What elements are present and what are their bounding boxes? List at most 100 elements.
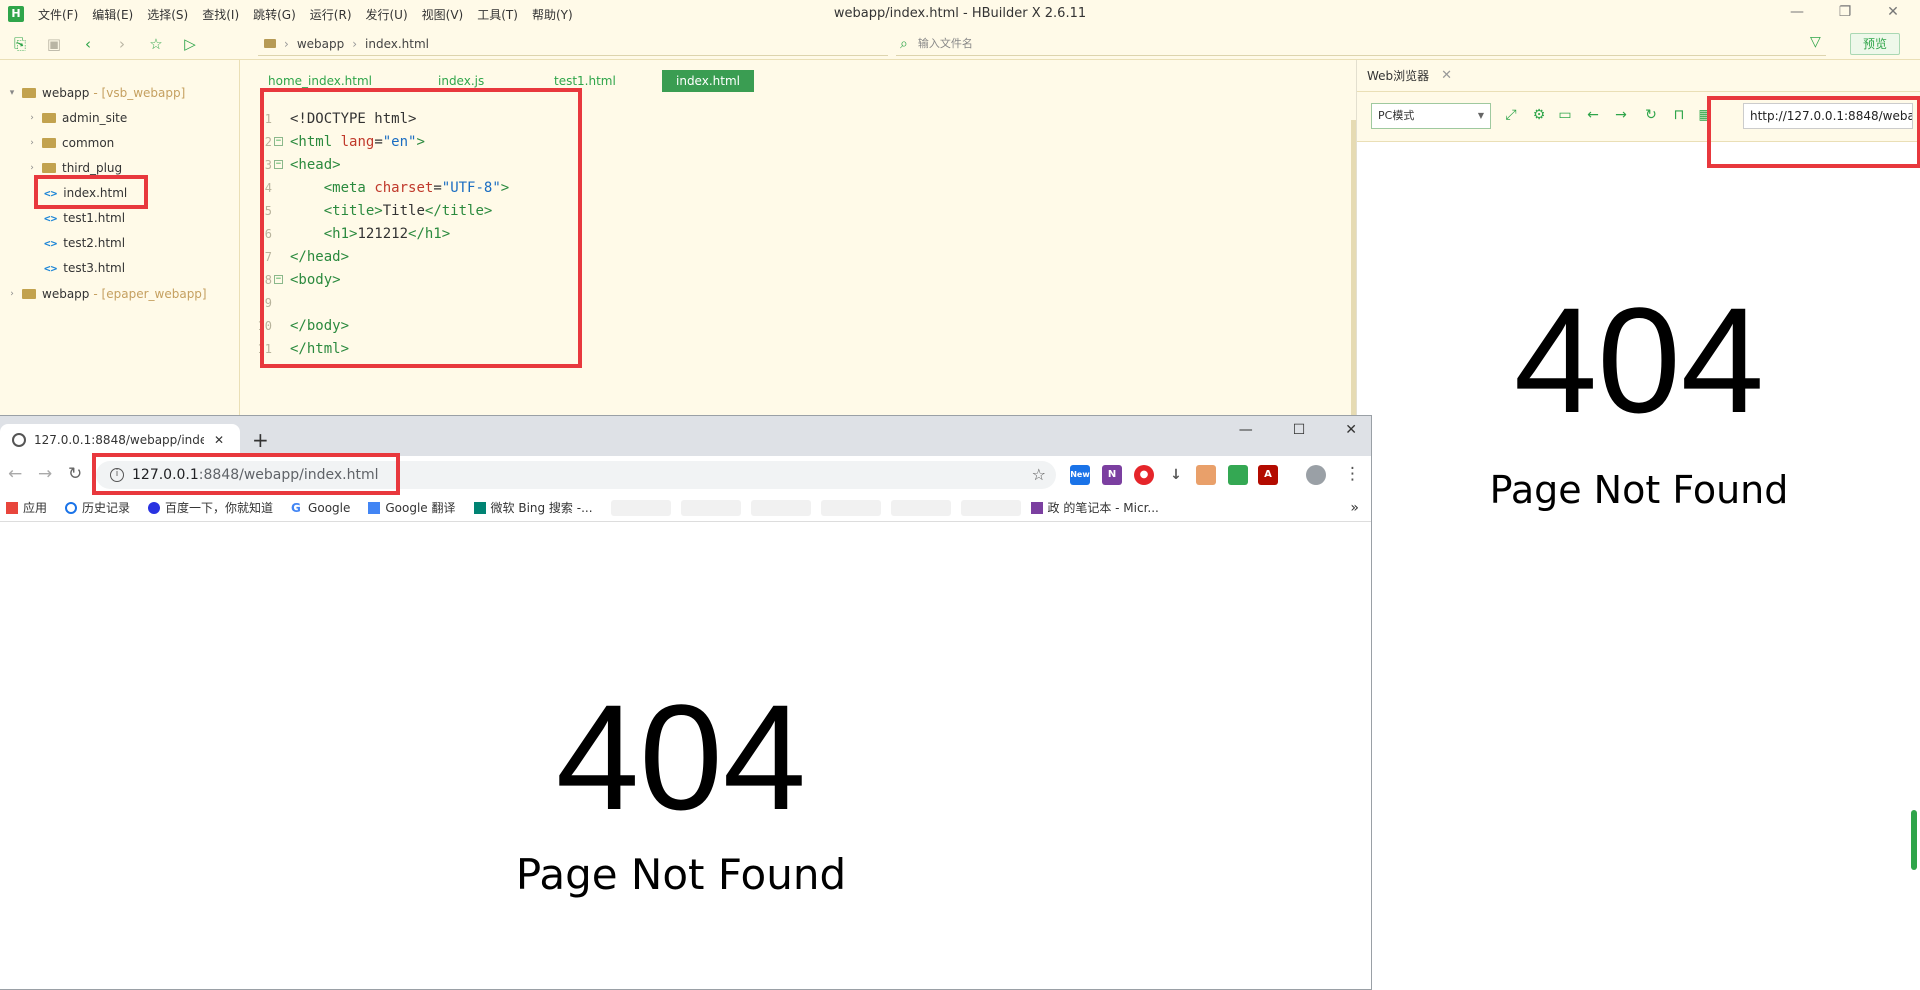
webview-toolbar: PC模式 ▼ ⤢ ⚙ ▭ ← → ↻ ⊓ ▦ http://127.0.0.1:… xyxy=(1357,92,1920,168)
more-bookmarks-icon[interactable]: » xyxy=(1350,500,1359,516)
tree-project-vsb[interactable]: ▾ webapp - [vsb_webapp] xyxy=(6,82,186,104)
tree-file-test2[interactable]: <> test2.html xyxy=(42,232,125,254)
close-icon[interactable]: ✕ xyxy=(1886,4,1900,20)
project-tree: ▾ webapp - [vsb_webapp] › admin_site › c… xyxy=(0,60,240,420)
preview-button[interactable]: 预览 xyxy=(1850,33,1900,55)
bookmark-label: 政 的笔记本 - Micr... xyxy=(1047,501,1159,515)
menu-select[interactable]: 选择(S) xyxy=(147,6,188,23)
back-icon[interactable]: ‹ xyxy=(74,32,102,56)
blurred-bookmark xyxy=(890,499,951,516)
tree-project-epaper[interactable]: › webapp - [epaper_webapp] xyxy=(6,283,207,305)
chrome-window: 127.0.0.1:8848/webapp/index.html ✕ + — ☐… xyxy=(0,415,1372,990)
minimize-icon[interactable]: — xyxy=(1239,422,1253,438)
breadcrumb-project[interactable]: webapp xyxy=(297,37,344,51)
bookmark-history[interactable]: 历史记录 xyxy=(65,499,130,516)
device-mode-select[interactable]: PC模式 ▼ xyxy=(1371,103,1491,129)
run-icon[interactable]: ▷ xyxy=(176,32,204,56)
folder-icon xyxy=(22,289,36,299)
refresh-icon[interactable]: ↻ xyxy=(1643,107,1659,125)
new-tab-icon[interactable]: + xyxy=(252,428,269,452)
tree-file-test3[interactable]: <> test3.html xyxy=(42,257,125,279)
project-tag: - [vsb_webapp] xyxy=(93,86,186,100)
extension-icon[interactable] xyxy=(1196,465,1216,485)
bookmark-google[interactable]: G Google xyxy=(291,501,350,515)
avatar[interactable] xyxy=(1306,465,1326,485)
menu-file[interactable]: 文件(F) xyxy=(38,6,78,23)
blurred-bookmark xyxy=(960,499,1021,516)
file-search: ⌕ xyxy=(896,32,1826,56)
bookmark-google-translate[interactable]: Google 翻译 xyxy=(368,499,456,516)
menu-run[interactable]: 运行(R) xyxy=(310,6,352,23)
bookmark-label: Google 翻译 xyxy=(385,501,456,515)
extension-new-icon[interactable]: New xyxy=(1070,465,1090,485)
bookmark-label: 微软 Bing 搜索 -... xyxy=(490,501,593,515)
close-icon[interactable]: ✕ xyxy=(1441,68,1452,83)
chevron-right-icon: › xyxy=(30,138,34,148)
reload-icon[interactable]: ↻ xyxy=(68,464,82,484)
filter-icon[interactable]: ▽ xyxy=(1810,34,1821,50)
bookmark-star-icon[interactable]: ☆ xyxy=(1032,465,1046,484)
save-icon[interactable]: ▣ xyxy=(40,32,68,56)
breadcrumb-file[interactable]: index.html xyxy=(365,37,429,51)
webview-error-code: 404 xyxy=(1513,276,1765,444)
pdf-extension-icon[interactable]: A xyxy=(1258,465,1278,485)
chrome-error-code: 404 xyxy=(555,673,807,841)
restore-icon[interactable]: ❐ xyxy=(1838,4,1852,20)
web-browser-panel: Web浏览器 ✕ PC模式 ▼ ⤢ ⚙ ▭ ← → ↻ ⊓ ▦ http://1… xyxy=(1356,60,1920,990)
chevron-right-icon: › xyxy=(10,289,14,299)
bookmark-bing[interactable]: 微软 Bing 搜索 -... xyxy=(473,499,593,516)
menu-publish[interactable]: 发行(U) xyxy=(366,6,408,23)
folder-name: admin_site xyxy=(62,111,128,125)
screenshot-icon[interactable]: ⤢ xyxy=(1503,107,1519,125)
menu-help[interactable]: 帮助(Y) xyxy=(532,6,573,23)
back-arrow-icon[interactable]: ← xyxy=(8,464,22,484)
menu-find[interactable]: 查找(I) xyxy=(202,6,239,23)
close-tab-icon[interactable]: ✕ xyxy=(214,433,224,447)
back-arrow-icon[interactable]: ← xyxy=(1585,107,1601,125)
console-icon[interactable]: ▭ xyxy=(1557,107,1573,125)
forward-arrow-icon[interactable]: → xyxy=(1613,107,1629,125)
folder-icon xyxy=(42,113,56,123)
new-file-icon[interactable]: ⎘ xyxy=(6,32,34,56)
project-name: webapp xyxy=(42,86,90,100)
onenote-icon xyxy=(1030,501,1043,514)
forward-icon[interactable]: › xyxy=(108,32,136,56)
bookmark-label: Google xyxy=(308,500,351,515)
chrome-tabstrip: 127.0.0.1:8848/webapp/index.html ✕ + — ☐… xyxy=(0,416,1371,456)
onenote-extension-icon[interactable]: N xyxy=(1102,465,1122,485)
webview-tab[interactable]: Web浏览器 ✕ xyxy=(1367,67,1452,84)
chevron-right-icon: › xyxy=(30,113,34,123)
tab-index-html[interactable]: index.html xyxy=(662,70,754,92)
tree-file-test1[interactable]: <> test1.html xyxy=(42,207,125,229)
tree-folder-admin-site[interactable]: › admin_site xyxy=(26,107,127,129)
menu-goto[interactable]: 跳转(G) xyxy=(253,6,296,23)
maximize-icon[interactable]: ☐ xyxy=(1293,422,1306,438)
download-icon[interactable]: ↓ xyxy=(1166,465,1186,485)
webview-scrollbar[interactable] xyxy=(1911,810,1917,870)
tree-folder-common[interactable]: › common xyxy=(26,132,114,154)
adblock-extension-icon[interactable]: ● xyxy=(1134,465,1154,485)
bookmark-apps[interactable]: 应用 xyxy=(6,499,47,516)
settings-gear-icon[interactable]: ⚙ xyxy=(1531,107,1547,125)
html-file-icon: <> xyxy=(44,236,58,250)
bookmark-star-icon[interactable]: ☆ xyxy=(142,32,170,56)
menu-dots-icon[interactable]: ⋮ xyxy=(1344,464,1361,484)
bookmarks-bar: 应用 历史记录 百度一下，你就知道 G Google Google 翻译 微软 B… xyxy=(0,494,1371,522)
html-file-icon: <> xyxy=(44,261,58,275)
file-search-input[interactable] xyxy=(917,37,1518,50)
menubar: H 文件(F) 编辑(E) 选择(S) 查找(I) 跳转(G) 运行(R) 发行… xyxy=(0,0,1920,28)
bookmark-baidu[interactable]: 百度一下，你就知道 xyxy=(148,499,273,516)
chrome-tab[interactable]: 127.0.0.1:8848/webapp/index.html ✕ xyxy=(0,424,240,456)
close-icon[interactable]: ✕ xyxy=(1345,422,1357,438)
project-tag: - [epaper_webapp] xyxy=(93,287,207,301)
lock-icon[interactable]: ⊓ xyxy=(1671,107,1687,125)
menu-view[interactable]: 视图(V) xyxy=(422,6,464,23)
forward-arrow-icon[interactable]: → xyxy=(38,464,52,484)
apps-grid-icon xyxy=(6,501,18,514)
extension-color-icon[interactable] xyxy=(1228,465,1248,485)
menu-tools[interactable]: 工具(T) xyxy=(477,6,518,23)
code-editor[interactable]: home_index.html index.js test1.html inde… xyxy=(240,60,1356,420)
bookmark-notebook[interactable]: 政 的笔记本 - Micr... xyxy=(1030,499,1159,516)
minimize-icon[interactable]: — xyxy=(1790,4,1804,20)
menu-edit[interactable]: 编辑(E) xyxy=(92,6,133,23)
